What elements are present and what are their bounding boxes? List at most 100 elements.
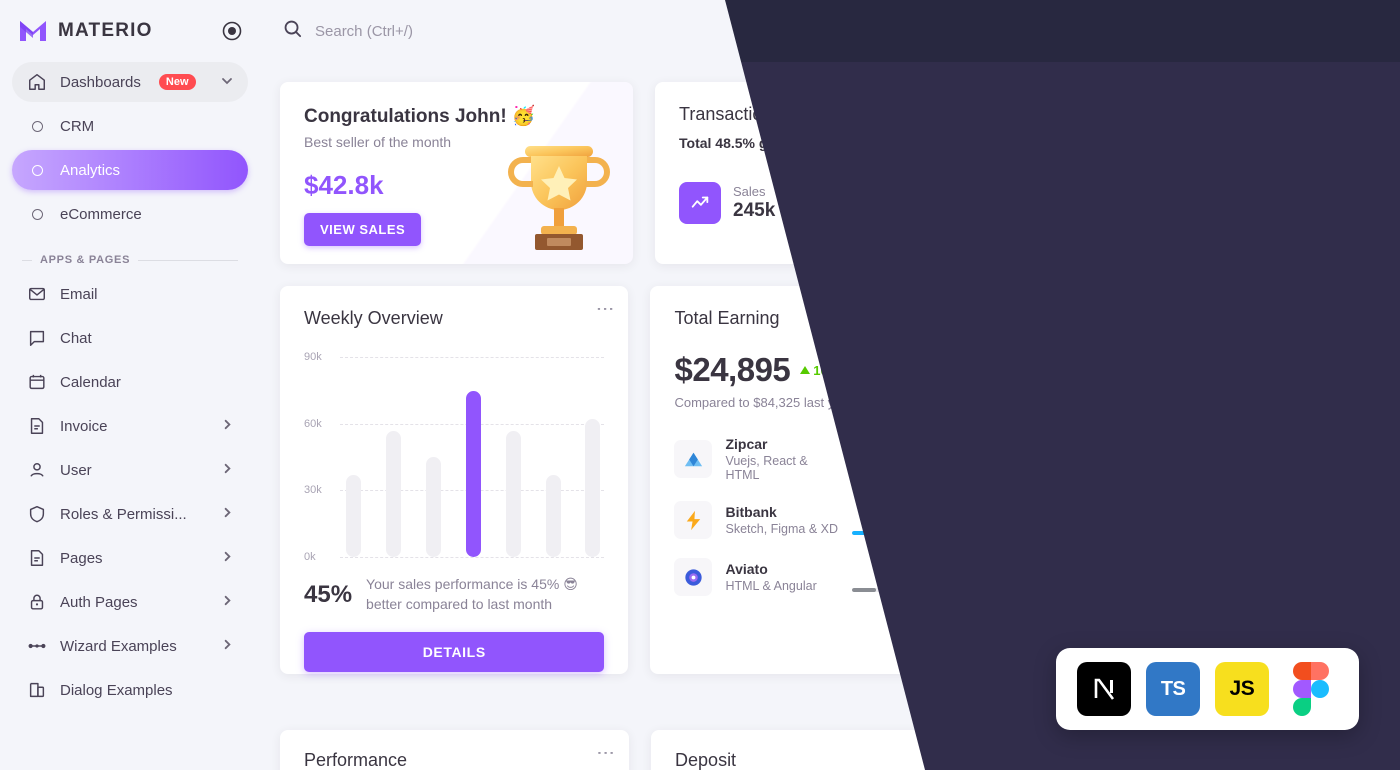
sidebar-item-wizard-examples[interactable]: Wizard Examples	[12, 626, 248, 666]
trending-up-icon	[679, 182, 721, 224]
search-icon	[282, 18, 303, 44]
new-project-value: 862	[1036, 617, 1075, 643]
notification-bell-icon[interactable]	[1300, 18, 1327, 44]
earning-tag: Vuejs, React & HTML	[725, 454, 808, 482]
earning-name: Bitbank	[725, 504, 777, 520]
chart-bar[interactable]	[346, 475, 361, 557]
details-button[interactable]: DETAILS	[304, 632, 605, 673]
sidebar-item-label: Invoice	[60, 417, 108, 435]
withdraw-title: Withdraw	[1043, 750, 1119, 770]
nextjs-logo[interactable]	[1077, 662, 1132, 716]
sessions-bars	[1228, 572, 1362, 650]
theme-sun-icon[interactable]	[1220, 18, 1246, 44]
total-earning-change: 10%	[800, 363, 839, 378]
chat-icon	[26, 327, 48, 349]
chart-bar[interactable]	[385, 431, 401, 557]
chart-bar[interactable]	[425, 457, 441, 557]
new-project-menu-icon[interactable]: ⋮	[1155, 522, 1175, 540]
chevron-right-icon	[221, 418, 234, 434]
circle-icon	[26, 115, 48, 137]
sidebar-item-invoice[interactable]: Invoice	[12, 406, 248, 446]
earning-name: Aviato	[725, 561, 768, 577]
figma-logo[interactable]	[1284, 662, 1338, 716]
aviato-logo	[674, 558, 713, 596]
performance-menu-icon[interactable]: ⋮	[596, 744, 616, 762]
view-sales-button[interactable]: VIEW SALES	[304, 213, 422, 246]
user-icon	[26, 459, 48, 481]
new-project-title: New Project	[1036, 592, 1122, 609]
sidebar-item-user[interactable]: User	[12, 450, 248, 490]
chevron-down-icon[interactable]	[220, 74, 234, 91]
weekly-overview-menu-icon[interactable]: ⋮	[595, 300, 615, 318]
chart-bar[interactable]	[585, 419, 601, 557]
avatar[interactable]	[1340, 12, 1378, 50]
calendar-icon	[26, 371, 48, 393]
pin-circle-icon[interactable]	[222, 21, 242, 41]
bitbank-logo	[674, 501, 713, 539]
sidebar-item-dialog-examples[interactable]: Dialog Examples	[12, 670, 248, 710]
y-tick: 0k	[304, 551, 316, 563]
transactions-menu-icon[interactable]: ⋮	[1347, 96, 1367, 114]
performance-card: Performance ⋮	[280, 730, 630, 770]
mini-row-1: $86.4k Total Profit ⋮ Total Profit $25.6…	[1018, 286, 1380, 486]
total-earning-list: Zipcar Vuejs, React & HTML $24,895.65 Bi…	[674, 436, 972, 596]
search-input[interactable]	[315, 22, 635, 40]
javascript-label: JS	[1229, 677, 1255, 700]
sidebar-item-calendar[interactable]: Calendar	[12, 362, 248, 402]
devices-icon	[1017, 182, 1060, 224]
transactions-title: Transactions	[679, 104, 782, 124]
sidebar-item-email[interactable]: Email	[12, 274, 248, 314]
withdraw-card: Withdraw View All	[1019, 730, 1380, 770]
home-icon	[26, 71, 48, 93]
sidebar-item-label: Calendar	[60, 373, 121, 391]
weekly-profit-menu-icon[interactable]: ⋮	[1347, 300, 1367, 318]
sidebar-item-analytics[interactable]: Analytics	[12, 150, 248, 190]
search-bar[interactable]	[282, 18, 1180, 44]
deposit-view-all[interactable]: View All	[928, 753, 973, 768]
y-tick: 60k	[304, 417, 322, 430]
session-bar	[1291, 572, 1299, 650]
withdraw-view-all[interactable]: View All	[1311, 753, 1356, 768]
sidebar-item-label: Pages	[60, 549, 103, 567]
online-status-badge	[1368, 40, 1378, 50]
total-earning-menu-icon[interactable]: ⋮	[963, 300, 983, 318]
sidebar-section-label: APPS & PAGES	[0, 238, 260, 274]
sidebar-item-roles[interactable]: Roles & Permissi...	[12, 494, 248, 534]
chart-bars	[346, 357, 601, 557]
notification-dot	[1318, 18, 1327, 27]
typescript-logo[interactable]: TS	[1146, 662, 1201, 716]
chart-bar[interactable]	[505, 431, 521, 557]
congratulations-card: Congratulations John! 🥳 Best seller of t…	[280, 82, 633, 264]
weekly-overview-title: Weekly Overview	[304, 308, 443, 328]
chart-bar-highlight[interactable]	[465, 391, 481, 557]
stat-label: Sales	[733, 184, 766, 199]
earning-right: $8,650.20	[852, 506, 972, 535]
session-bar	[1319, 572, 1328, 650]
sidebar-item-auth-pages[interactable]: Auth Pages	[12, 582, 248, 622]
earning-row: Aviato HTML & Angular $1,245.80	[674, 558, 972, 596]
sidebar-item-pages[interactable]: Pages	[12, 538, 248, 578]
weekly-percent: 45%	[304, 580, 353, 608]
sidebar-item-chat[interactable]: Chat	[12, 318, 248, 358]
chart-bar[interactable]	[545, 475, 561, 557]
sidebar-item-label: User	[60, 461, 92, 479]
triangle-up-icon	[800, 366, 811, 374]
transactions-stats: Sales 245k Customers 12.5k Products 1.54…	[679, 182, 1356, 224]
earning-value: $24,895.65	[901, 444, 972, 461]
change-value: 10%	[813, 362, 840, 378]
apps-grid-icon[interactable]	[1260, 18, 1286, 44]
transactions-card: Transactions ⋮ Total 48.5% growth 😎 this…	[655, 82, 1380, 264]
dots-line-icon	[26, 635, 48, 657]
briefcase-icon	[1036, 526, 1076, 566]
javascript-logo[interactable]: JS	[1214, 662, 1269, 716]
sidebar-group-dashboards[interactable]: Dashboards New	[12, 62, 248, 102]
sidebar-item-ecommerce[interactable]: eCommerce	[12, 194, 248, 234]
sidebar-item-crm[interactable]: CRM	[12, 106, 248, 146]
y-tick: 90k	[304, 351, 322, 363]
growth-suffix: 😎 this month	[805, 135, 893, 151]
weekly-overview-chart: 90k 60k 30k 0k	[304, 351, 605, 563]
deposit-card: Deposit View All	[651, 730, 998, 770]
translate-icon[interactable]	[1180, 18, 1206, 44]
stat-value: $88k	[1240, 200, 1284, 221]
earning-right: $1,245.80	[852, 563, 972, 592]
